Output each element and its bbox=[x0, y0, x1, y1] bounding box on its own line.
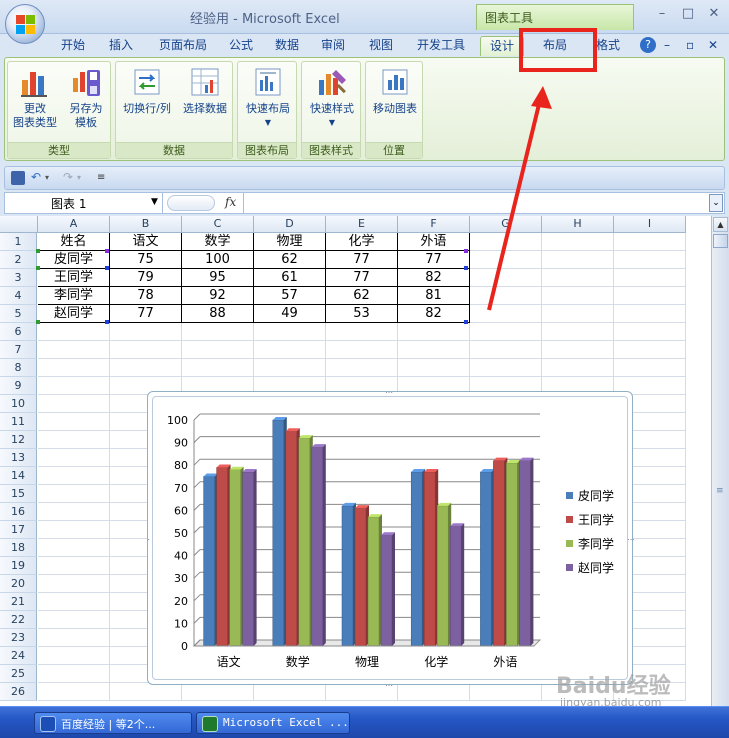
annotation-arrow-icon bbox=[487, 86, 552, 311]
